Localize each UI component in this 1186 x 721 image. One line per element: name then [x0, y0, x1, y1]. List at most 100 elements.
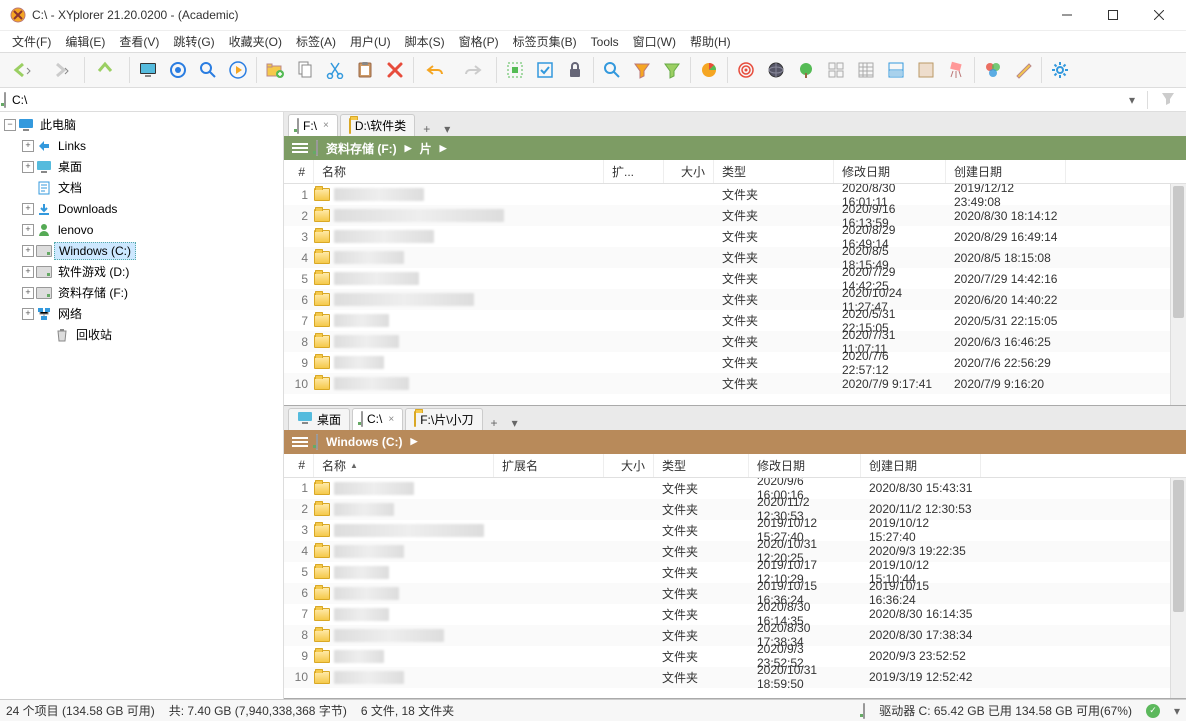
new-folder-icon[interactable] [261, 56, 289, 84]
menu-item[interactable]: Tools [585, 33, 625, 51]
menu-item[interactable]: 标签(A) [290, 31, 342, 52]
address-input[interactable] [12, 93, 1117, 107]
clean-icon[interactable] [942, 56, 970, 84]
expander-icon[interactable]: + [22, 224, 34, 236]
pie-icon[interactable] [695, 56, 723, 84]
list-item[interactable]: 8 文件夹 2020/7/31 11:07:11 2020/6/3 16:46:… [284, 331, 1186, 352]
chevron-icon[interactable]: ▶ [440, 143, 447, 154]
tree-node[interactable]: +lenovo [0, 219, 283, 240]
back-button[interactable] [6, 56, 42, 84]
filter-icon[interactable] [628, 56, 656, 84]
status-dropdown-icon[interactable]: ▾ [1174, 704, 1180, 718]
breadcrumb[interactable]: 资料存储 (F:)▶片▶ [284, 136, 1186, 160]
undo-button[interactable] [418, 56, 454, 84]
status-ok-icon[interactable]: ✓ [1146, 704, 1160, 718]
tab[interactable]: F:\× [288, 114, 338, 136]
tree-node[interactable]: 回收站 [0, 324, 283, 345]
expander-icon[interactable]: − [4, 119, 16, 131]
col-num[interactable]: # [284, 454, 314, 477]
file-list[interactable]: 1 文件夹 2020/9/6 16:00:16 2020/8/30 15:43:… [284, 478, 1186, 699]
list-item[interactable]: 9 文件夹 2020/9/3 23:52:52 2020/9/3 23:52:5… [284, 646, 1186, 667]
list-item[interactable]: 4 文件夹 2020/10/31 12:20:25 2020/9/3 19:22… [284, 541, 1186, 562]
tree-node[interactable]: +网络 [0, 303, 283, 324]
monitor-icon[interactable] [134, 56, 162, 84]
list-item[interactable]: 6 文件夹 2019/10/15 16:36:24 2019/10/15 16:… [284, 583, 1186, 604]
tree-icon[interactable] [792, 56, 820, 84]
menu-icon[interactable] [292, 437, 308, 447]
expander-icon[interactable]: + [22, 308, 34, 320]
tree-node[interactable]: +资料存储 (F:) [0, 282, 283, 303]
tree-node[interactable]: +软件游戏 (D:) [0, 261, 283, 282]
chevron-icon[interactable]: ▶ [405, 143, 412, 154]
list-item[interactable]: 2 文件夹 2020/11/2 12:30:53 2020/11/2 12:30… [284, 499, 1186, 520]
forward-button[interactable] [44, 56, 80, 84]
list-item[interactable]: 3 文件夹 2019/10/12 15:27:40 2019/10/12 15:… [284, 520, 1186, 541]
tab[interactable]: 桌面 [288, 408, 350, 430]
new-tab-button[interactable]: + [417, 122, 436, 136]
address-dropdown-icon[interactable]: ▾ [1123, 93, 1141, 107]
cut-icon[interactable] [321, 56, 349, 84]
expander-icon[interactable]: + [22, 203, 34, 215]
zoom-icon[interactable] [598, 56, 626, 84]
col-size[interactable]: 大小 [664, 160, 714, 183]
menu-item[interactable]: 窗格(P) [453, 31, 505, 52]
menu-item[interactable]: 跳转(G) [167, 31, 220, 52]
chevron-icon[interactable]: ▶ [411, 436, 418, 447]
list-item[interactable]: 10 文件夹 2020/7/9 9:17:41 2020/7/9 9:16:20 [284, 373, 1186, 394]
col-created[interactable]: 创建日期 [946, 160, 1066, 183]
col-created[interactable]: 创建日期 [861, 454, 981, 477]
filter-toggle-icon[interactable] [1154, 90, 1182, 109]
tab-close-icon[interactable]: × [323, 120, 329, 131]
list-item[interactable]: 9 文件夹 2020/7/6 22:57:12 2020/7/6 22:56:2… [284, 352, 1186, 373]
menu-item[interactable]: 窗口(W) [627, 31, 682, 52]
expander-icon[interactable]: + [22, 161, 34, 173]
scrollbar[interactable] [1170, 184, 1186, 405]
menu-item[interactable]: 标签页集(B) [507, 31, 583, 52]
tab-menu-icon[interactable]: ▾ [506, 416, 524, 430]
up-button[interactable] [89, 56, 125, 84]
expander-icon[interactable]: + [22, 287, 34, 299]
brush-icon[interactable] [1009, 56, 1037, 84]
folder-tree[interactable]: −此电脑+Links+桌面文档+Downloads+lenovo+Windows… [0, 112, 284, 699]
expander-icon[interactable]: + [22, 245, 34, 257]
delete-icon[interactable] [381, 56, 409, 84]
tree-node[interactable]: −此电脑 [0, 114, 283, 135]
menu-item[interactable]: 编辑(E) [59, 31, 111, 52]
minimize-button[interactable] [1044, 0, 1090, 30]
spiral-icon[interactable] [732, 56, 760, 84]
tab-close-icon[interactable]: × [388, 414, 394, 425]
close-button[interactable] [1136, 0, 1182, 30]
list-item[interactable]: 7 文件夹 2020/8/30 16:14:35 2020/8/30 16:14… [284, 604, 1186, 625]
paste-icon[interactable] [351, 56, 379, 84]
list-item[interactable]: 5 文件夹 2020/7/29 14:42:25 2020/7/29 14:42… [284, 268, 1186, 289]
menu-icon[interactable] [292, 143, 308, 153]
search-icon[interactable] [194, 56, 222, 84]
tab[interactable]: F:\片\小刀 [405, 408, 482, 430]
col-modified[interactable]: 修改日期 [749, 454, 861, 477]
list-item[interactable]: 2 文件夹 2020/9/16 16:13:59 2020/8/30 18:14… [284, 205, 1186, 226]
list-item[interactable]: 5 文件夹 2019/10/17 12:10:29 2019/10/12 15:… [284, 562, 1186, 583]
col-type[interactable]: 类型 [714, 160, 834, 183]
tree-node[interactable]: +Links [0, 135, 283, 156]
list-item[interactable]: 6 文件夹 2020/10/24 11:27:47 2020/6/20 14:4… [284, 289, 1186, 310]
file-list[interactable]: 1 文件夹 2020/8/30 16:01:11 2019/12/12 23:4… [284, 184, 1186, 405]
list-item[interactable]: 7 文件夹 2020/5/31 22:15:05 2020/5/31 22:15… [284, 310, 1186, 331]
col-size[interactable]: 大小 [604, 454, 654, 477]
col-name[interactable]: 名称 [314, 160, 604, 183]
lock-icon[interactable] [561, 56, 589, 84]
scrollbar[interactable] [1170, 478, 1186, 699]
crumb-label[interactable]: Windows (C:) [326, 435, 403, 449]
expander-icon[interactable] [22, 182, 34, 194]
breadcrumb[interactable]: Windows (C:) ▶ [284, 430, 1186, 454]
column-icon[interactable] [912, 56, 940, 84]
col-num[interactable]: # [284, 160, 314, 183]
menu-item[interactable]: 收藏夹(O) [223, 31, 288, 52]
list-item[interactable]: 3 文件夹 2020/8/29 16:49:14 2020/8/29 16:49… [284, 226, 1186, 247]
list-item[interactable]: 1 文件夹 2020/9/6 16:00:16 2020/8/30 15:43:… [284, 478, 1186, 499]
menu-item[interactable]: 脚本(S) [399, 31, 451, 52]
list-item[interactable]: 10 文件夹 2020/10/31 18:59:50 2019/3/19 12:… [284, 667, 1186, 688]
tab[interactable]: C:\× [352, 408, 403, 430]
col-name[interactable]: 名称 ▲ [314, 454, 494, 477]
expander-icon[interactable] [40, 329, 52, 341]
new-tab-button[interactable]: + [485, 416, 504, 430]
